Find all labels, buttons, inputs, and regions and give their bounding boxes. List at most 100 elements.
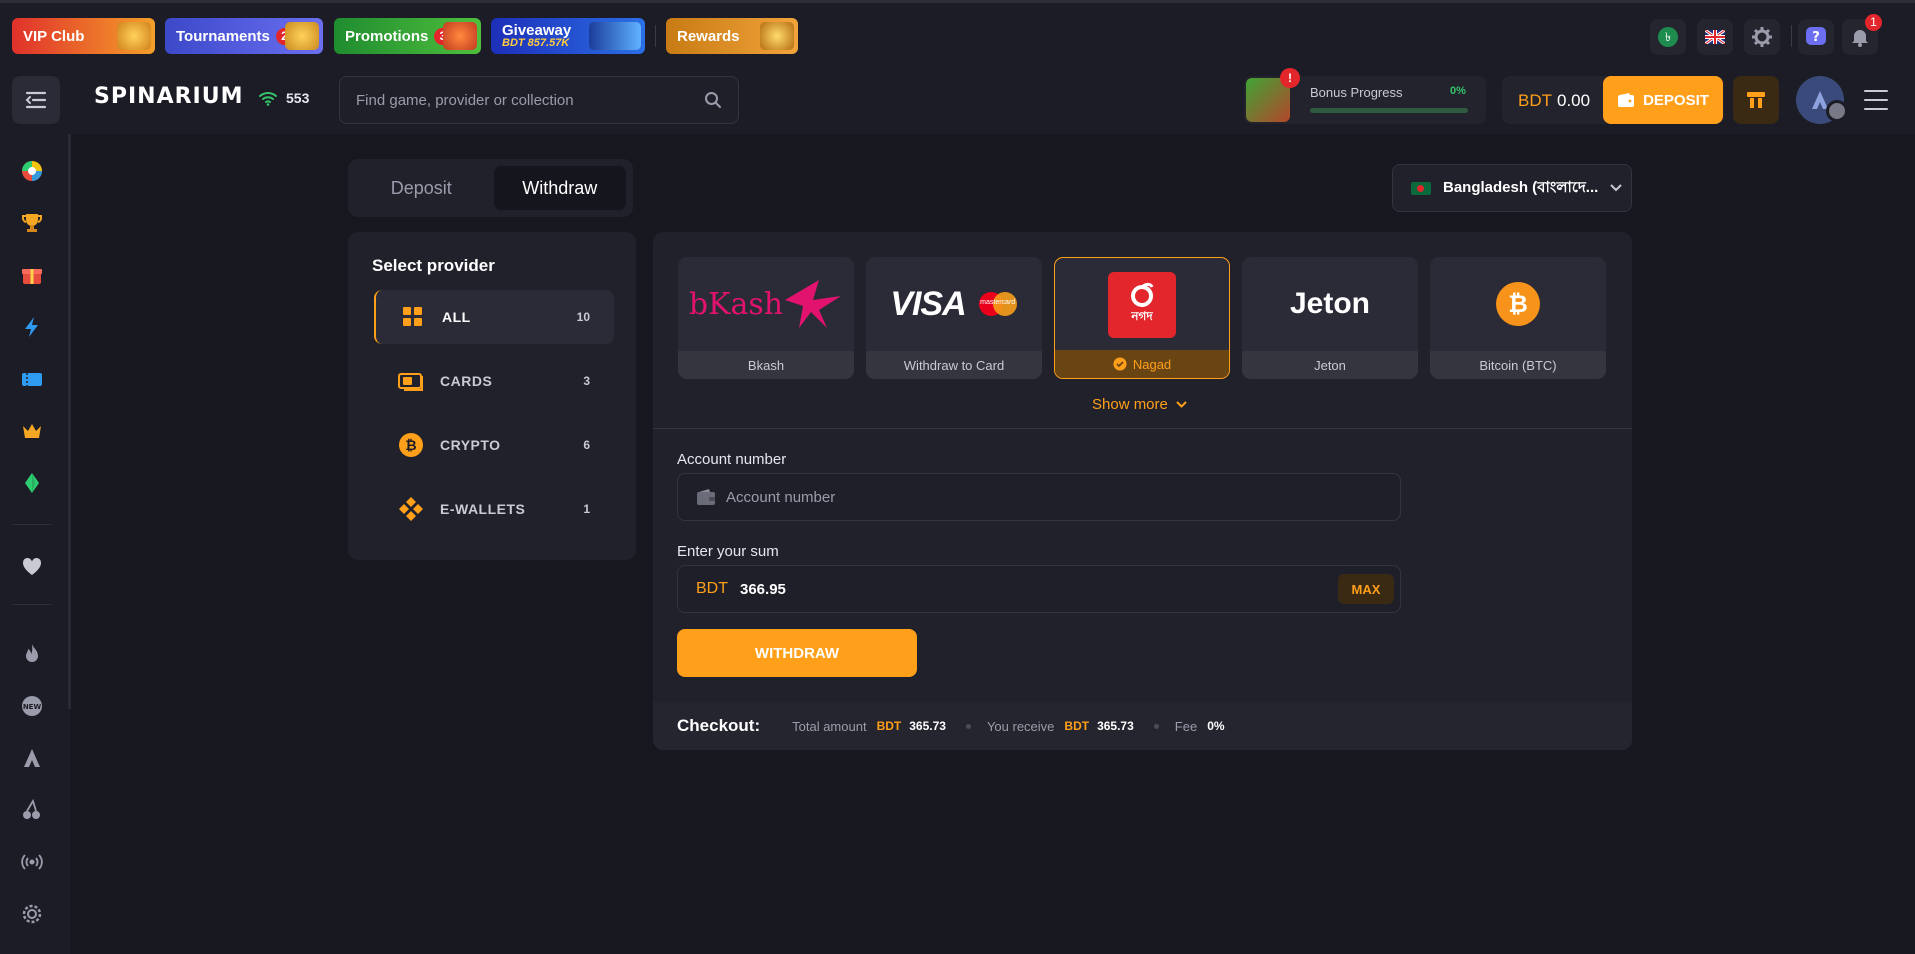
- promo-label: Giveaway: [502, 22, 572, 39]
- wallet-icon: [1618, 93, 1635, 107]
- search-bar[interactable]: [339, 76, 739, 124]
- spinarium-icon[interactable]: [17, 743, 47, 773]
- bkash-logo-text: bKash: [688, 286, 784, 322]
- help-icon[interactable]: ?: [1798, 19, 1834, 55]
- online-count: 553: [286, 90, 310, 106]
- promo-promotions[interactable]: Promotions 3: [334, 18, 481, 54]
- sidebar-divider: [12, 524, 52, 525]
- account-number-label: Account number: [677, 451, 787, 468]
- method-card-bitcoin[interactable]: ₿ Bitcoin (BTC): [1430, 257, 1606, 379]
- method-card-jeton[interactable]: Jeton Jeton: [1242, 257, 1418, 379]
- gift-icon[interactable]: [17, 260, 47, 290]
- crown-icon[interactable]: [17, 416, 47, 446]
- promo-label: Rewards: [677, 27, 740, 45]
- promo-giveaway[interactable]: Giveaway BDT 857.57K: [491, 18, 645, 54]
- roulette-icon[interactable]: [17, 156, 47, 186]
- lightning-icon[interactable]: [17, 312, 47, 342]
- provider-label: CARDS: [440, 373, 493, 389]
- visa-mastercard-logo: VISA mastercard: [866, 257, 1042, 351]
- sum-field[interactable]: BDT MAX: [677, 565, 1401, 613]
- bonus-progress-label: Bonus Progress: [1310, 85, 1403, 100]
- ewallet-icon: [398, 496, 424, 522]
- gear-icon[interactable]: [1744, 19, 1780, 55]
- method-name: Withdraw to Card: [866, 351, 1042, 379]
- max-button[interactable]: MAX: [1338, 574, 1394, 604]
- grid-icon: [400, 304, 426, 330]
- sum-label: Enter your sum: [677, 543, 779, 560]
- provider-item-all[interactable]: ALL 10: [374, 290, 614, 344]
- provider-item-cards[interactable]: CARDS 3: [374, 354, 614, 408]
- search-icon[interactable]: [704, 91, 722, 109]
- promo-rewards[interactable]: Rewards: [666, 18, 798, 54]
- wifi-icon: [259, 92, 277, 106]
- method-card-nagad[interactable]: নগদ Nagad: [1054, 257, 1230, 379]
- gem-icon[interactable]: [17, 468, 47, 498]
- method-name: Bitcoin (BTC): [1430, 351, 1606, 379]
- total-currency: BDT: [876, 719, 902, 733]
- withdraw-button[interactable]: WITHDRAW: [677, 629, 917, 677]
- deposit-label: DEPOSIT: [1643, 91, 1709, 109]
- promo-bar: VIP Club Tournaments 2 Promotions 3 Give…: [0, 0, 1915, 66]
- crown-icon: [117, 22, 151, 50]
- bitcoin-icon: ₿: [398, 432, 424, 458]
- country-select[interactable]: Bangladesh (বাংলাদে...: [1392, 164, 1632, 212]
- sidebar-toggle-button[interactable]: [12, 76, 60, 124]
- bkash-bird-icon: [785, 280, 842, 328]
- fire-icon[interactable]: [17, 639, 47, 669]
- notifications-badge: 1: [1865, 14, 1882, 31]
- promo-tournaments[interactable]: Tournaments 2: [165, 18, 323, 54]
- provider-count: 3: [583, 374, 590, 388]
- car-icon: [589, 22, 641, 50]
- site-logo[interactable]: SPINARIUM: [94, 84, 243, 109]
- account-number-input[interactable]: [726, 488, 1382, 506]
- promo-label: Tournaments: [176, 27, 270, 45]
- method-name: Bkash: [678, 351, 854, 379]
- nagad-logo-text: নগদ: [1131, 309, 1153, 323]
- withdraw-panel: bKash Bkash VISA mastercard Withdraw to …: [653, 232, 1632, 750]
- method-card-withdraw-to-card[interactable]: VISA mastercard Withdraw to Card: [866, 257, 1042, 379]
- tab-deposit[interactable]: Deposit: [355, 166, 488, 210]
- provider-label: CRYPTO: [440, 437, 501, 453]
- heart-icon[interactable]: [17, 552, 47, 582]
- bitcoin-logo: ₿: [1430, 257, 1606, 351]
- trophy-icon[interactable]: [17, 208, 47, 238]
- checkout-summary: Checkout: Total amount BDT 365.73 You re…: [653, 702, 1632, 750]
- giveaway-amount: BDT 857.57K: [502, 37, 570, 49]
- live-icon[interactable]: [17, 847, 47, 877]
- ticket-icon[interactable]: [17, 364, 47, 394]
- search-input[interactable]: [356, 91, 704, 109]
- sum-input[interactable]: [740, 580, 1382, 598]
- taka-currency-icon[interactable]: ৳: [1650, 19, 1686, 55]
- provider-item-crypto[interactable]: ₿ CRYPTO 6: [374, 418, 614, 472]
- wallet-currency: BDT: [1518, 91, 1552, 110]
- svg-text:?: ?: [1812, 30, 1820, 45]
- cashier-button[interactable]: [1733, 76, 1779, 124]
- tab-withdraw[interactable]: Withdraw: [493, 166, 626, 210]
- bitcoin-icon: ₿: [1496, 282, 1540, 326]
- total-amount-value: 365.73: [909, 719, 946, 733]
- settings-icon[interactable]: [17, 899, 47, 929]
- bonus-progress[interactable]: ! Bonus Progress 0%: [1244, 68, 1486, 124]
- jeton-logo: Jeton: [1242, 257, 1418, 351]
- show-more-button[interactable]: Show more: [1092, 396, 1187, 413]
- visa-logo-text: VISA: [890, 284, 966, 323]
- hamburger-menu-icon[interactable]: [1864, 90, 1888, 110]
- method-name: Jeton: [1242, 351, 1418, 379]
- show-more-label: Show more: [1092, 396, 1168, 413]
- bonus-progress-bar: [1310, 108, 1468, 113]
- sidebar-scrollbar[interactable]: [68, 134, 71, 709]
- provider-item-e-wallets[interactable]: E-WALLETS 1: [374, 482, 614, 536]
- uk-flag-icon[interactable]: [1697, 19, 1733, 55]
- promo-vip-club[interactable]: VIP Club: [12, 18, 155, 54]
- account-number-field[interactable]: [677, 473, 1401, 521]
- method-card-bkash[interactable]: bKash Bkash: [678, 257, 854, 379]
- provider-count: 6: [583, 438, 590, 452]
- new-icon[interactable]: NEW: [17, 691, 47, 721]
- receive-value: 365.73: [1097, 719, 1134, 733]
- total-amount-label: Total amount: [792, 718, 867, 734]
- fee-label: Fee: [1174, 718, 1198, 734]
- method-name: Nagad: [1132, 356, 1172, 372]
- svg-text:৳: ৳: [1665, 30, 1671, 44]
- deposit-button[interactable]: DEPOSIT: [1603, 76, 1723, 124]
- cherries-icon[interactable]: [17, 795, 47, 825]
